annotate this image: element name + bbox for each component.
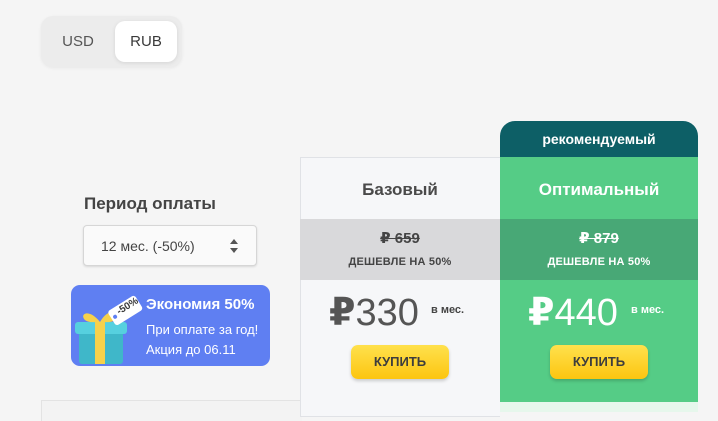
currency-rub-button[interactable]: RUB: [115, 21, 177, 62]
promo-banner: -50% Экономия 50% При оплате за год! Акц…: [71, 285, 270, 366]
old-price-basic: ₽ 659: [380, 230, 420, 247]
price-basic: ₽330: [329, 290, 419, 335]
price-amount: 440: [554, 292, 618, 334]
per-month-optimal: в мес.: [631, 304, 665, 316]
period-select[interactable]: 12 мес. (-50%): [83, 225, 257, 266]
currency-symbol: ₽: [329, 292, 356, 334]
buy-button-basic[interactable]: КУПИТЬ: [351, 345, 449, 379]
currency-toggle: USD RUB: [41, 16, 182, 67]
price-amount: 330: [355, 292, 419, 334]
currency-usd-button[interactable]: USD: [45, 21, 111, 62]
currency-symbol: ₽: [528, 292, 555, 334]
plan-name-optimal: Оптимальный: [538, 180, 660, 199]
promo-line1: При оплате за год!: [146, 322, 259, 337]
plan-name-basic: Базовый: [362, 180, 438, 199]
per-month-basic: в мес.: [431, 304, 465, 316]
price-optimal: ₽440: [528, 290, 618, 335]
promo-title: Экономия 50%: [146, 296, 255, 313]
recommended-badge: рекомендуемый: [500, 121, 698, 157]
discount-note-optimal: ДЕШЕВЛЕ НА 50%: [547, 256, 651, 268]
period-select-value: 12 мес. (-50%): [101, 238, 195, 254]
select-arrows-icon: [230, 239, 238, 253]
discount-note-basic: ДЕШЕВЛЕ НА 50%: [348, 256, 452, 268]
period-label: Период оплаты: [84, 194, 216, 213]
promo-line2: Акция до 06.11: [146, 342, 236, 357]
old-price-optimal: ₽ 879: [579, 230, 619, 247]
buy-button-optimal[interactable]: КУПИТЬ: [550, 345, 648, 379]
